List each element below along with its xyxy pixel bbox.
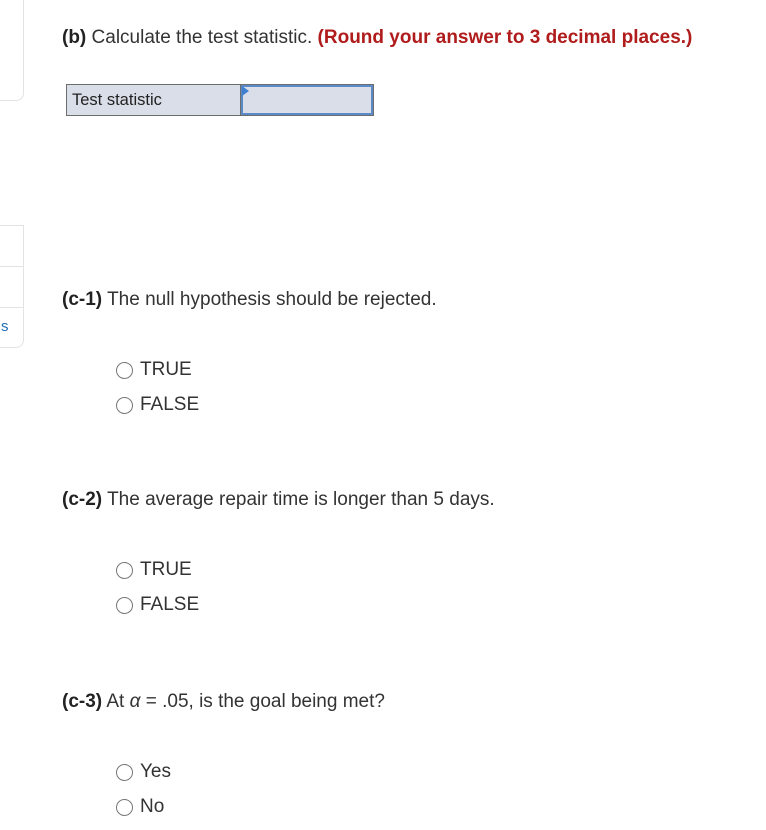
- c1-option-true[interactable]: TRUE: [116, 359, 192, 381]
- side-row[interactable]: [0, 267, 23, 308]
- radio-button[interactable]: [116, 361, 133, 379]
- radio-button[interactable]: [116, 396, 133, 414]
- c1-option-false[interactable]: FALSE: [116, 394, 199, 416]
- test-statistic-table: Test statistic: [66, 84, 375, 116]
- question-b-label: (b): [62, 27, 87, 48]
- option-label: FALSE: [140, 594, 200, 615]
- option-label: TRUE: [140, 559, 192, 580]
- radio-button[interactable]: [116, 561, 133, 579]
- side-row[interactable]: s: [0, 308, 23, 348]
- c2-option-true[interactable]: TRUE: [116, 559, 192, 581]
- question-c3-text-before: At: [106, 691, 125, 712]
- radio-button[interactable]: [116, 596, 133, 614]
- option-label: No: [140, 796, 165, 817]
- rounding-hint: (Round your answer to 3 decimal places.): [317, 27, 693, 48]
- side-panel-bottom: s: [0, 225, 24, 348]
- question-c2: (c-2) The average repair time is longer …: [62, 489, 495, 511]
- test-statistic-input[interactable]: [240, 85, 373, 115]
- option-label: Yes: [140, 761, 171, 782]
- option-label: TRUE: [140, 359, 192, 380]
- question-c3: (c-3) At α = .05, is the goal being met?: [62, 691, 385, 713]
- question-c2-label: (c-2): [62, 489, 103, 510]
- radio-button[interactable]: [116, 763, 133, 781]
- question-c2-text: The average repair time is longer than 5…: [107, 489, 495, 510]
- c3-option-no[interactable]: No: [116, 796, 164, 818]
- test-statistic-cell[interactable]: [239, 84, 375, 116]
- question-c1: (c-1) The null hypothesis should be reje…: [62, 289, 437, 311]
- side-row[interactable]: [0, 226, 23, 267]
- question-c3-text-after: = .05, is the goal being met?: [145, 691, 385, 712]
- question-c1-label: (c-1): [62, 289, 103, 310]
- question-b: (b) Calculate the test statistic. (Round…: [62, 27, 692, 49]
- radio-button[interactable]: [116, 798, 133, 816]
- question-c1-text: The null hypothesis should be rejected.: [107, 289, 437, 310]
- cell-flag-icon: [241, 86, 249, 96]
- c3-option-yes[interactable]: Yes: [116, 761, 171, 783]
- question-b-text: Calculate the test statistic.: [91, 27, 313, 48]
- table-row: Test statistic: [66, 84, 375, 116]
- question-c3-label: (c-3): [62, 691, 103, 712]
- alpha-symbol: α: [129, 691, 141, 712]
- option-label: FALSE: [140, 394, 200, 415]
- side-panel-top: [0, 0, 24, 101]
- side-link[interactable]: s: [1, 318, 9, 335]
- test-statistic-label: Test statistic: [66, 84, 241, 116]
- c2-option-false[interactable]: FALSE: [116, 594, 199, 616]
